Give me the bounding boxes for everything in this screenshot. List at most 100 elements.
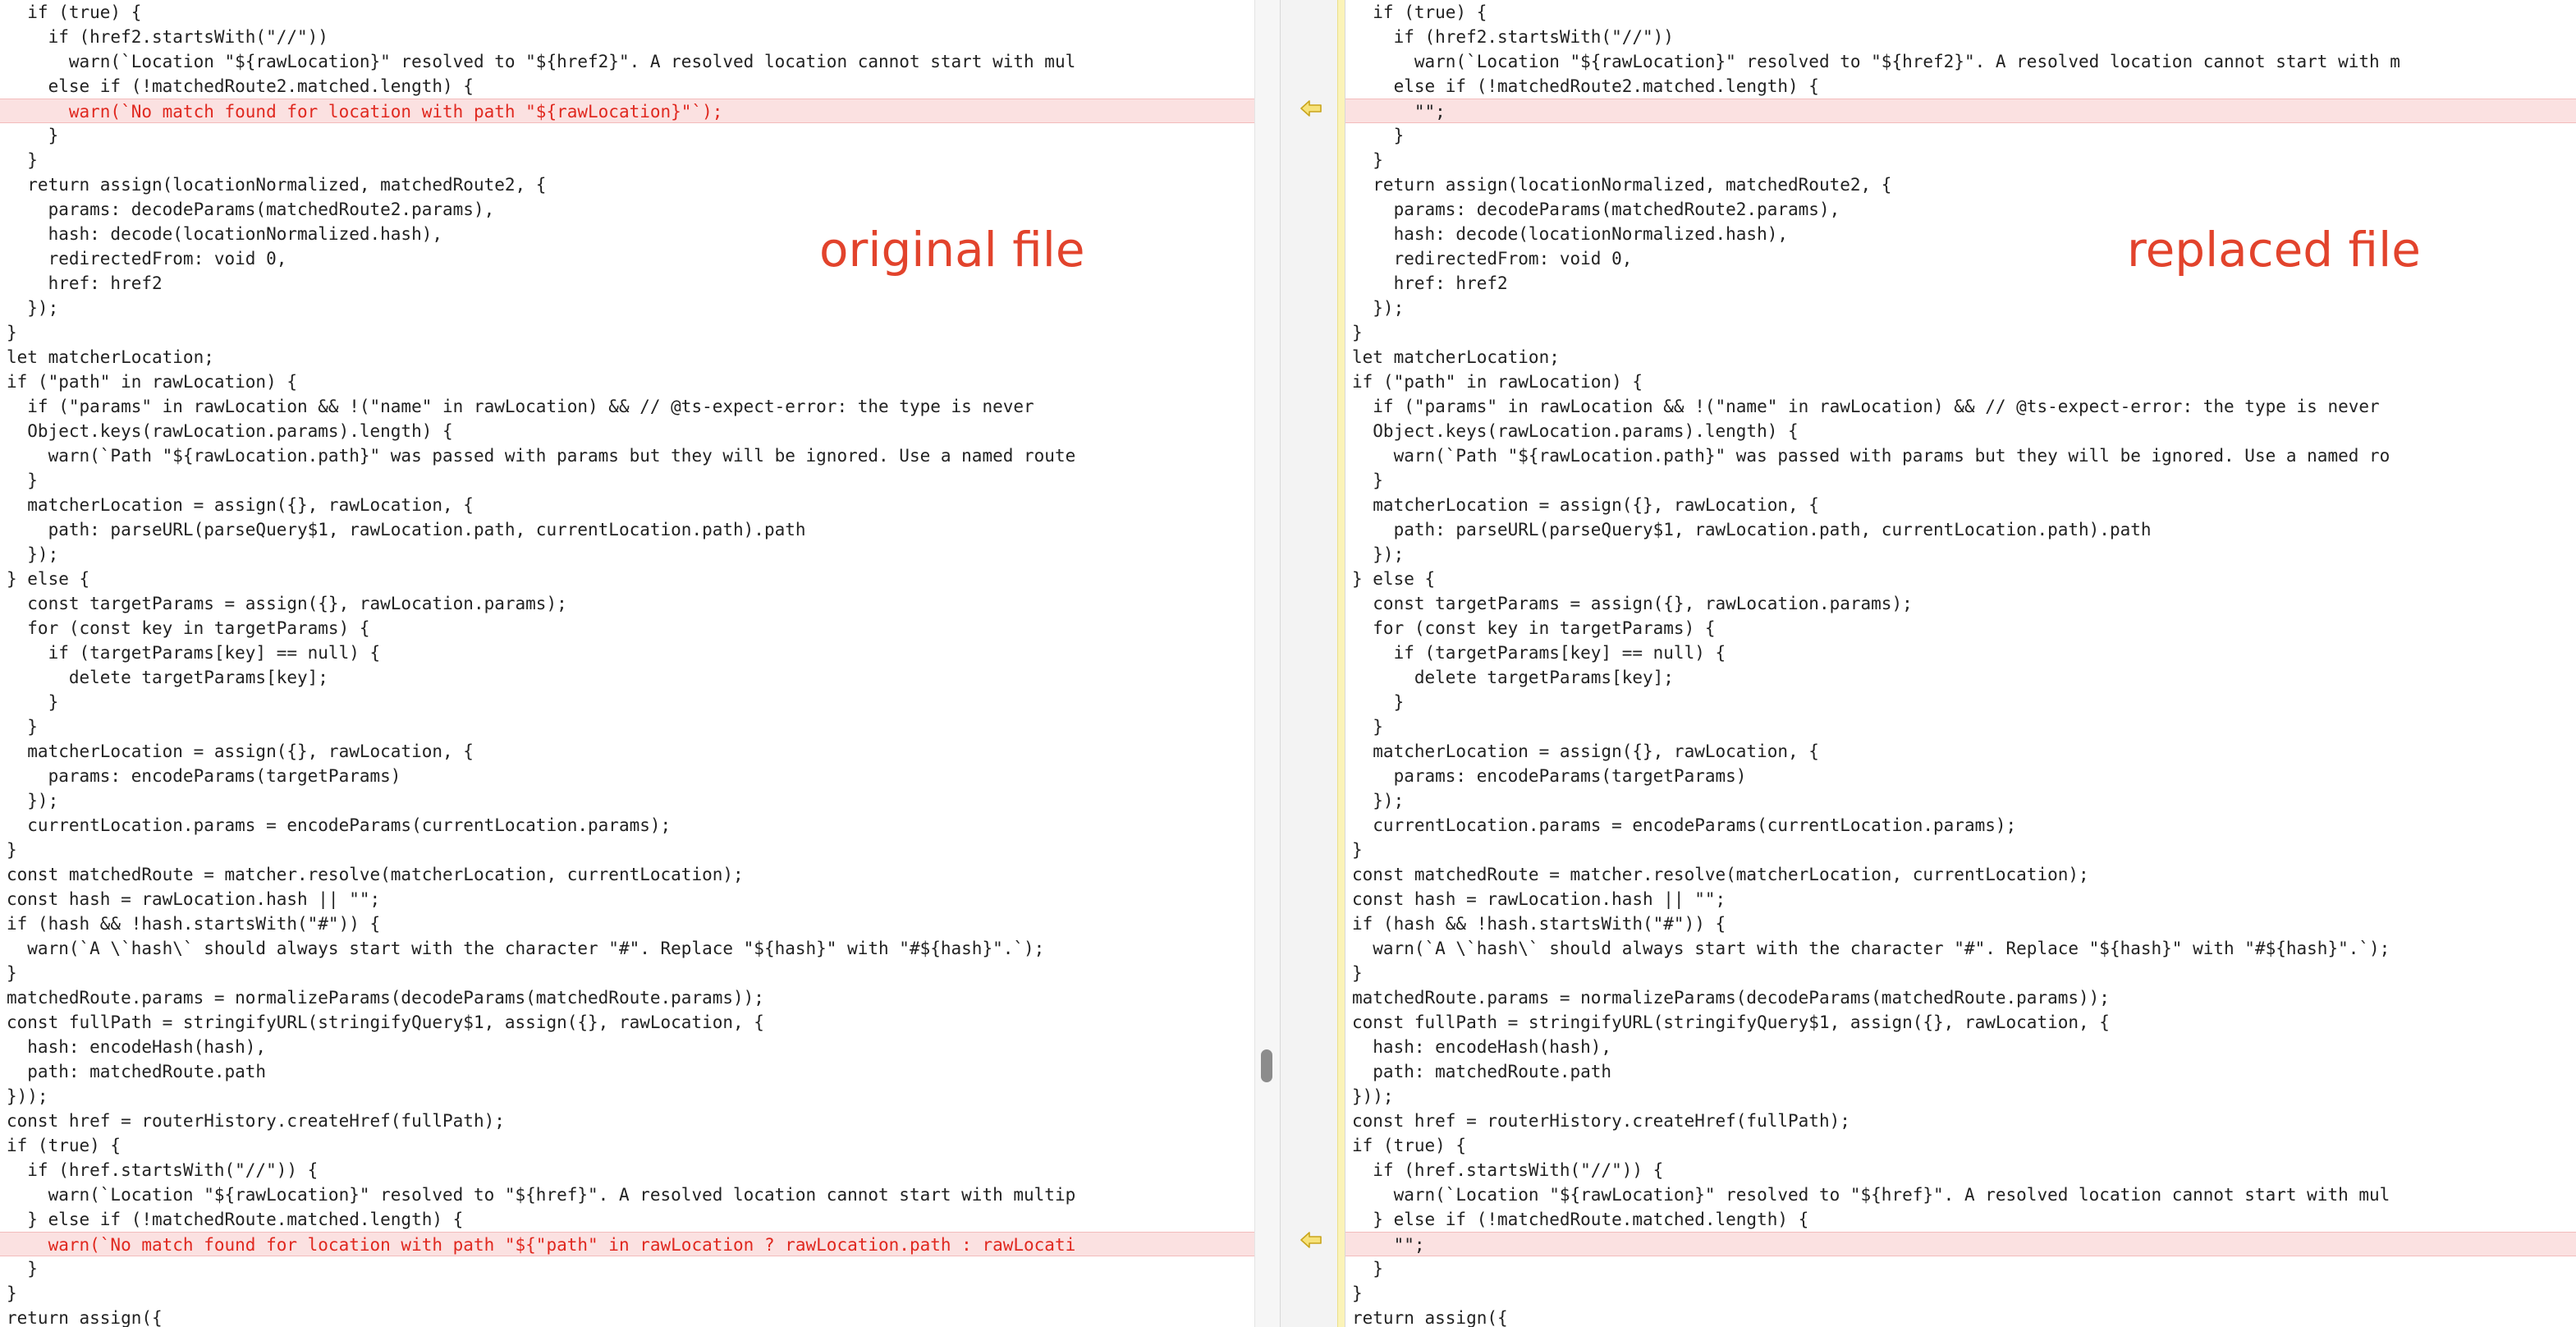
code-line: } bbox=[7, 963, 17, 983]
code-line: hash: encodeHash(hash), bbox=[1352, 1037, 1612, 1057]
code-line: for (const key in targetParams) { bbox=[7, 618, 370, 638]
code-line: for (const key in targetParams) { bbox=[1352, 618, 1716, 638]
code-line: } bbox=[7, 323, 17, 342]
code-line: })); bbox=[7, 1086, 48, 1106]
code-line: const hash = rawLocation.hash || ""; bbox=[7, 889, 381, 909]
code-line: if (href.startsWith("//")) { bbox=[1352, 1160, 1664, 1180]
code-line: matchedRoute.params = normalizeParams(de… bbox=[1352, 988, 2110, 1008]
code-line: if ("path" in rawLocation) { bbox=[1352, 372, 1643, 392]
code-line: hash: encodeHash(hash), bbox=[7, 1037, 267, 1057]
code-line: } else { bbox=[1352, 569, 1436, 589]
code-line: let matcherLocation; bbox=[1352, 347, 1560, 367]
code-line: } bbox=[1352, 963, 1363, 983]
code-line: const fullPath = stringifyURL(stringifyQ… bbox=[7, 1012, 764, 1032]
code-line: } bbox=[7, 126, 59, 145]
code-line: const fullPath = stringifyURL(stringifyQ… bbox=[1352, 1012, 2110, 1032]
code-line: matcherLocation = assign({}, rawLocation… bbox=[7, 742, 474, 761]
code-line: params: encodeParams(targetParams) bbox=[7, 766, 401, 786]
code-line: if (targetParams[key] == null) { bbox=[1352, 643, 1726, 663]
code-line: if (true) { bbox=[1352, 1136, 1467, 1155]
code-line: warn(`Location "${rawLocation}" resolved… bbox=[7, 1185, 1076, 1205]
code-line: path: matchedRoute.path bbox=[1352, 1062, 1612, 1081]
code-line: currentLocation.params = encodeParams(cu… bbox=[7, 815, 672, 835]
diff-gutter bbox=[1280, 0, 1345, 1327]
code-line: else if (!matchedRoute2.matched.length) … bbox=[7, 76, 474, 96]
changed-code-line: warn(`No match found for location with p… bbox=[0, 99, 1254, 123]
code-line: const hash = rawLocation.hash || ""; bbox=[1352, 889, 1726, 909]
replaced-file-pane[interactable]: if (true) { if (href2.startsWith("//")) … bbox=[1345, 0, 2576, 1327]
code-line: const targetParams = assign({}, rawLocat… bbox=[7, 594, 567, 613]
code-line: path: parseURL(parseQuery$1, rawLocation… bbox=[7, 520, 806, 540]
arrow-left-icon[interactable] bbox=[1299, 1228, 1323, 1252]
code-line: currentLocation.params = encodeParams(cu… bbox=[1352, 815, 2017, 835]
code-line: params: decodeParams(matchedRoute2.param… bbox=[7, 200, 495, 219]
code-line: warn(`Location "${rawLocation}" resolved… bbox=[1352, 1185, 2390, 1205]
code-line: return assign({ bbox=[7, 1308, 163, 1327]
code-line: params: decodeParams(matchedRoute2.param… bbox=[1352, 200, 1840, 219]
code-line: warn(`Location "${rawLocation}" resolved… bbox=[7, 52, 1076, 71]
code-line: if (href.startsWith("//")) { bbox=[7, 1160, 319, 1180]
code-line: warn(`Path "${rawLocation.path}" was pas… bbox=[1352, 446, 2390, 466]
code-line: })); bbox=[1352, 1086, 1394, 1106]
replaced-file-label: replaced file bbox=[2127, 222, 2421, 278]
code-line: matcherLocation = assign({}, rawLocation… bbox=[7, 495, 474, 515]
code-line: return assign(locationNormalized, matche… bbox=[7, 175, 547, 195]
original-code: if (true) { if (href2.startsWith("//")) … bbox=[0, 0, 1254, 1327]
code-line: warn(`Path "${rawLocation.path}" was pas… bbox=[7, 446, 1076, 466]
code-line: } bbox=[7, 1283, 17, 1303]
code-line: if (true) { bbox=[7, 2, 142, 22]
code-line: } bbox=[1352, 840, 1363, 860]
code-line: } bbox=[1352, 717, 1383, 737]
code-line: if (hash && !hash.startsWith("#")) { bbox=[7, 914, 381, 934]
code-line: }); bbox=[1352, 298, 1405, 318]
code-line: return assign({ bbox=[1352, 1308, 1508, 1327]
code-line: } else { bbox=[7, 569, 90, 589]
code-line: } bbox=[1352, 692, 1405, 712]
scrollbar-thumb[interactable] bbox=[1261, 1049, 1272, 1082]
code-line: if (href2.startsWith("//")) bbox=[1352, 27, 1674, 47]
original-file-pane[interactable]: if (true) { if (href2.startsWith("//")) … bbox=[0, 0, 1254, 1327]
code-line: } bbox=[7, 717, 38, 737]
code-line: if (hash && !hash.startsWith("#")) { bbox=[1352, 914, 1726, 934]
code-line: }); bbox=[7, 544, 59, 564]
code-line: if (targetParams[key] == null) { bbox=[7, 643, 381, 663]
code-line: if ("params" in rawLocation && !("name" … bbox=[7, 397, 1034, 416]
code-line: } else if (!matchedRoute.matched.length)… bbox=[7, 1210, 464, 1229]
code-line: } bbox=[1352, 1259, 1383, 1279]
code-line: const href = routerHistory.createHref(fu… bbox=[1352, 1111, 1850, 1131]
code-line: if (true) { bbox=[7, 1136, 121, 1155]
code-line: matchedRoute.params = normalizeParams(de… bbox=[7, 988, 764, 1008]
code-line: Object.keys(rawLocation.params).length) … bbox=[1352, 421, 1799, 441]
code-line: warn(`A \`hash\` should always start wit… bbox=[7, 939, 1045, 958]
code-line: } bbox=[1352, 126, 1405, 145]
code-line: path: parseURL(parseQuery$1, rawLocation… bbox=[1352, 520, 2152, 540]
code-line: }); bbox=[1352, 791, 1405, 810]
replaced-code: if (true) { if (href2.startsWith("//")) … bbox=[1345, 0, 2576, 1327]
original-file-label: original file bbox=[819, 222, 1085, 278]
vertical-scrollbar[interactable] bbox=[1254, 0, 1280, 1327]
code-line: warn(`Location "${rawLocation}" resolved… bbox=[1352, 52, 2400, 71]
code-line: } bbox=[7, 692, 59, 712]
changed-code-line: ""; bbox=[1345, 1232, 2576, 1256]
changed-code-line: ""; bbox=[1345, 99, 2576, 123]
code-line: } bbox=[1352, 150, 1383, 170]
code-line: matcherLocation = assign({}, rawLocation… bbox=[1352, 495, 1819, 515]
code-line: let matcherLocation; bbox=[7, 347, 214, 367]
code-line: Object.keys(rawLocation.params).length) … bbox=[7, 421, 453, 441]
code-line: }); bbox=[7, 791, 59, 810]
code-line: return assign(locationNormalized, matche… bbox=[1352, 175, 1892, 195]
code-line: const matchedRoute = matcher.resolve(mat… bbox=[7, 865, 744, 884]
code-line: delete targetParams[key]; bbox=[1352, 668, 1674, 687]
code-line: } bbox=[1352, 323, 1363, 342]
code-line: params: encodeParams(targetParams) bbox=[1352, 766, 1747, 786]
code-line: } else if (!matchedRoute.matched.length)… bbox=[1352, 1210, 1809, 1229]
code-line: } bbox=[7, 1259, 38, 1279]
code-line: } bbox=[7, 471, 38, 490]
code-line: if (true) { bbox=[1352, 2, 1487, 22]
arrow-left-icon[interactable] bbox=[1299, 96, 1323, 121]
code-line: warn(`A \`hash\` should always start wit… bbox=[1352, 939, 2390, 958]
changed-code-line: warn(`No match found for location with p… bbox=[0, 1232, 1254, 1256]
code-line: if ("path" in rawLocation) { bbox=[7, 372, 298, 392]
code-line: } bbox=[1352, 1283, 1363, 1303]
code-line: const href = routerHistory.createHref(fu… bbox=[7, 1111, 505, 1131]
